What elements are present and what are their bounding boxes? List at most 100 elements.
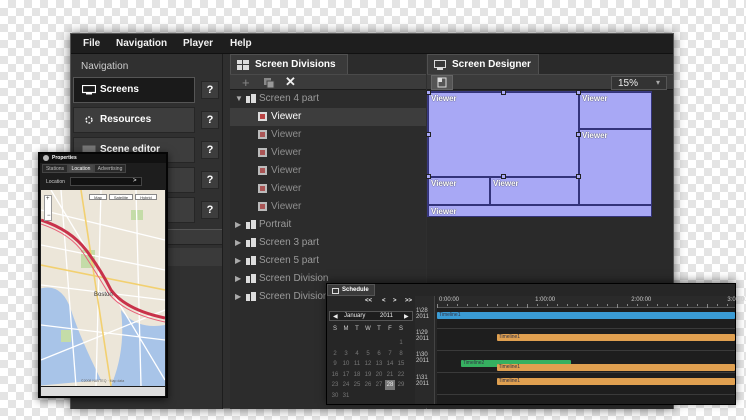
calendar-day[interactable]: 27 <box>374 380 384 390</box>
resize-handle[interactable] <box>501 174 506 179</box>
calendar-day[interactable]: 7 <box>385 349 395 359</box>
help-screens-button[interactable]: ? <box>201 81 219 99</box>
tree-node-viewer[interactable]: Viewer <box>230 144 426 162</box>
resize-handle[interactable] <box>576 132 581 137</box>
viewer-region[interactable]: Viewer <box>490 177 579 205</box>
viewer-region[interactable]: Viewer <box>428 92 579 177</box>
tab-stations[interactable]: Stations <box>42 164 68 173</box>
viewer-region[interactable]: Viewer <box>428 177 490 205</box>
zoom-control[interactable]: + − <box>44 195 52 221</box>
tree-node-viewer[interactable]: Viewer <box>230 162 426 180</box>
prev-month-button[interactable]: < <box>382 298 386 304</box>
tree-node-viewer[interactable]: Viewer <box>230 198 426 216</box>
collapsed-icon[interactable]: ▶ <box>235 274 241 283</box>
calendar-day[interactable]: 21 <box>385 370 395 380</box>
tab-screen-designer[interactable]: Screen Designer <box>427 54 539 74</box>
tab-location[interactable]: Location <box>68 164 94 173</box>
add-icon[interactable]: + <box>242 76 250 89</box>
menu-help[interactable]: Help <box>230 38 252 49</box>
calendar-day[interactable]: 26 <box>363 380 373 390</box>
timeline-bar[interactable]: Timeline1 <box>437 312 735 319</box>
nav-screens-button[interactable]: Screens <box>73 77 195 103</box>
calendar-day[interactable]: 10 <box>341 359 351 369</box>
tab-screen-divisions[interactable]: Screen Divisions <box>230 54 348 74</box>
prev-icon[interactable]: ◀ <box>333 313 338 320</box>
calendar-day[interactable]: 3 <box>341 349 351 359</box>
calendar-day[interactable]: 22 <box>396 370 406 380</box>
calendar-day[interactable]: 23 <box>330 380 340 390</box>
timeline-bar[interactable]: Timeline1 <box>496 364 735 371</box>
resize-handle[interactable] <box>576 174 581 179</box>
calendar-day[interactable]: 28 <box>385 380 395 391</box>
resize-handle[interactable] <box>501 90 506 95</box>
tab-advertising[interactable]: Advertising <box>94 164 126 173</box>
calendar-day[interactable]: 12 <box>363 359 373 369</box>
calendar-day[interactable]: 30 <box>330 391 340 401</box>
nav-resources-button[interactable]: Resources <box>73 107 195 133</box>
calendar-day[interactable]: 16 <box>330 370 340 380</box>
tree-node-viewer[interactable]: Viewer <box>230 108 426 126</box>
resize-handle[interactable] <box>426 174 431 179</box>
map-view[interactable]: Map Satellite Hybrid + − Boston ©2008 NA… <box>41 190 165 386</box>
timeline-area[interactable]: 0:00:00 1:00:00 2:00:00 3:00:00 Timeline1 Tim… <box>437 296 746 404</box>
tree-node-screen-5-part[interactable]: ▶ Screen 5 part <box>230 252 426 270</box>
calendar-day[interactable]: 24 <box>341 380 351 390</box>
map-type-button[interactable]: Map <box>89 194 107 200</box>
zoom-out-icon[interactable]: − <box>47 213 51 219</box>
help-scene-editor-button[interactable]: ? <box>201 141 219 159</box>
calendar-day[interactable]: 1 <box>396 338 406 348</box>
help-item-5-button[interactable]: ? <box>201 201 219 219</box>
help-item-4-button[interactable]: ? <box>201 171 219 189</box>
calendar-day[interactable]: 17 <box>341 370 351 380</box>
collapsed-icon[interactable]: ▶ <box>235 256 241 265</box>
calendar-day[interactable]: 14 <box>385 359 395 369</box>
tree-node-screen-3-part[interactable]: ▶ Screen 3 part <box>230 234 426 252</box>
calendar-day[interactable]: 29 <box>396 380 406 390</box>
expanded-icon[interactable]: ▼ <box>235 94 243 103</box>
viewer-region[interactable]: Viewer <box>428 205 652 217</box>
delete-icon[interactable]: ✕ <box>285 75 296 89</box>
calendar-day[interactable]: 9 <box>330 359 340 369</box>
calendar-day[interactable]: 2 <box>330 349 340 359</box>
timeline-bar[interactable]: Timeline1 <box>496 378 735 385</box>
calendar-day[interactable]: 11 <box>352 359 362 369</box>
next-month-button[interactable]: > <box>393 298 397 304</box>
menu-file[interactable]: File <box>83 38 100 49</box>
prev-year-button[interactable]: << <box>365 298 372 304</box>
calendar-day[interactable]: 31 <box>341 391 351 401</box>
calendar-day[interactable]: 6 <box>374 349 384 359</box>
tree-node-viewer[interactable]: Viewer <box>230 126 426 144</box>
calendar-day[interactable]: 13 <box>374 359 384 369</box>
hybrid-type-button[interactable]: Hybrid <box>135 194 157 200</box>
menu-navigation[interactable]: Navigation <box>116 38 167 49</box>
calendar-day[interactable]: 5 <box>363 349 373 359</box>
viewer-region[interactable]: Viewer <box>579 129 652 205</box>
calendar-day[interactable]: 15 <box>396 359 406 369</box>
calendar-day[interactable]: 20 <box>374 370 384 380</box>
tree-node-viewer[interactable]: Viewer <box>230 180 426 198</box>
resize-handle[interactable] <box>426 132 431 137</box>
calendar-day[interactable]: 18 <box>352 370 362 380</box>
location-go-button[interactable]: > <box>133 178 137 184</box>
timeline-bar[interactable]: Timeline1 <box>496 334 735 341</box>
collapsed-icon[interactable]: ▶ <box>235 292 241 301</box>
collapsed-icon[interactable]: ▶ <box>235 220 241 229</box>
tree-node-portrait[interactable]: ▶ Portrait <box>230 216 426 234</box>
viewer-region[interactable]: Viewer <box>579 92 652 129</box>
resize-handle[interactable] <box>426 90 431 95</box>
calendar-day[interactable]: 19 <box>363 370 373 380</box>
zoom-in-icon[interactable]: + <box>46 196 50 202</box>
resize-handle[interactable] <box>576 90 581 95</box>
menu-player[interactable]: Player <box>183 38 213 49</box>
next-icon[interactable]: ▶ <box>404 313 409 320</box>
calendar-day[interactable]: 4 <box>352 349 362 359</box>
schedule-tab[interactable]: Schedule <box>327 284 375 296</box>
satellite-type-button[interactable]: Satellite <box>109 194 133 200</box>
collapsed-icon[interactable]: ▶ <box>235 238 241 247</box>
tree-node-screen-4-part[interactable]: ▼ Screen 4 part <box>230 90 426 108</box>
calendar-day[interactable]: 8 <box>396 349 406 359</box>
zoom-select[interactable]: 15% ▾ <box>611 76 667 90</box>
calendar-day[interactable]: 25 <box>352 380 362 390</box>
screen-canvas[interactable]: Viewer Viewer Viewer Viewer Viewer Viewe… <box>426 90 652 217</box>
fit-screen-icon[interactable] <box>431 75 453 90</box>
